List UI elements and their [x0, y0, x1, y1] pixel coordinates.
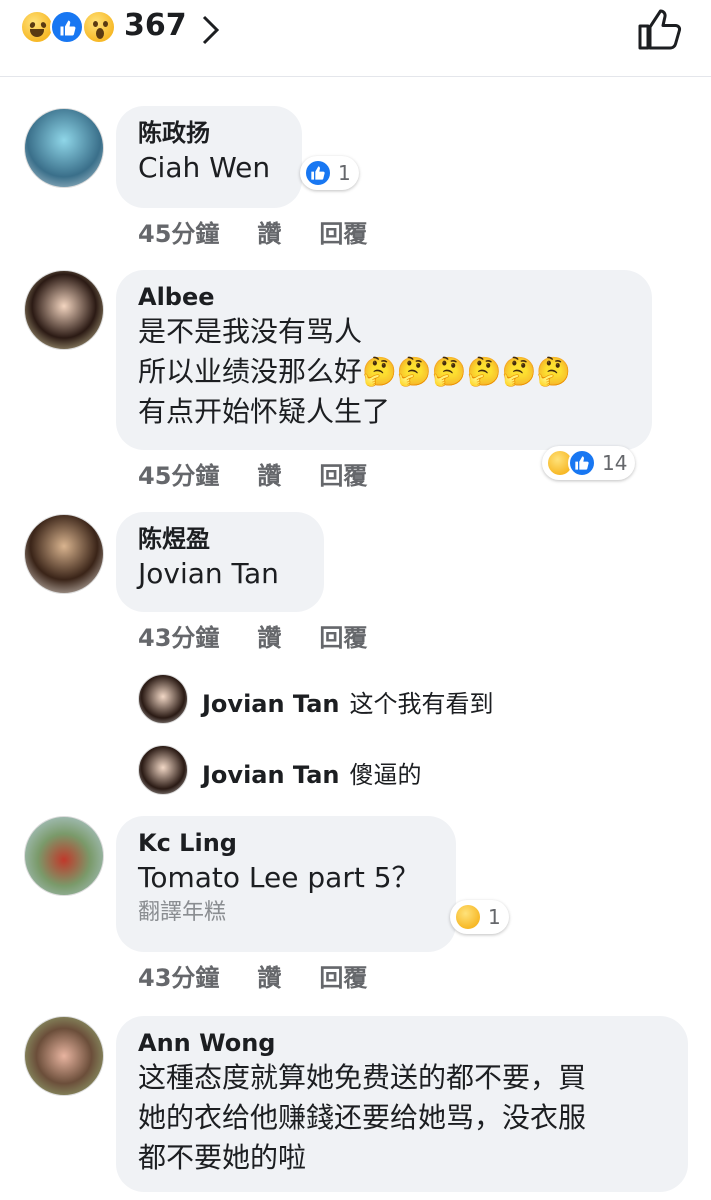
timestamp: 43分鐘 [138, 964, 220, 992]
see-translation-link[interactable]: 翻譯年糕 [138, 898, 434, 928]
timestamp: 45分鐘 [138, 462, 220, 490]
laugh-icon [20, 10, 54, 44]
reaction-count: 1 [338, 161, 351, 185]
chevron-right-icon[interactable] [200, 14, 222, 46]
like-icon [304, 159, 332, 187]
reply-button[interactable]: 回覆 [319, 964, 367, 992]
wow-icon [454, 903, 482, 931]
reply-author[interactable]: Jovian Tan [202, 690, 339, 718]
avatar[interactable] [24, 1016, 104, 1096]
like-outline-icon[interactable] [636, 8, 682, 52]
reply-button[interactable]: 回覆 [319, 624, 367, 652]
wow-icon [82, 10, 116, 44]
avatar[interactable] [138, 674, 188, 724]
comment-meta: 43分鐘 讚 回覆 [138, 958, 405, 993]
reaction-count[interactable]: 367 [124, 8, 187, 43]
like-button[interactable]: 讚 [257, 964, 281, 992]
avatar[interactable] [24, 514, 104, 594]
comment-author[interactable]: Ann Wong [138, 1028, 666, 1058]
comment-text: 是不是我没有骂人 所以业绩没那么好🤔🤔🤔🤔🤔🤔 有点开始怀疑人生了 [138, 315, 572, 428]
comment-reactions[interactable]: 14 [542, 446, 636, 480]
comment-bubble: Kc Ling Tomato Lee part 5？ 翻譯年糕 [116, 816, 456, 952]
reply-author[interactable]: Jovian Tan [202, 761, 339, 789]
comment-reactions[interactable]: 1 [300, 156, 359, 190]
comment-bubble: Albee 是不是我没有骂人 所以业绩没那么好🤔🤔🤔🤔🤔🤔 有点开始怀疑人生了 [116, 270, 652, 450]
comment-author[interactable]: 陈政扬 [138, 118, 280, 148]
comment-meta: 43分鐘 讚 回覆 [138, 618, 405, 653]
reply-button[interactable]: 回覆 [319, 462, 367, 490]
avatar[interactable] [24, 108, 104, 188]
avatar[interactable] [138, 745, 188, 795]
reactions-header: 367 [0, 0, 711, 77]
timestamp: 43分鐘 [138, 624, 220, 652]
avatar[interactable] [24, 816, 104, 896]
reply-content: Jovian Tan 这个我有看到 [202, 684, 493, 719]
reply-button[interactable]: 回覆 [319, 220, 367, 248]
comment-reactions[interactable]: 1 [450, 900, 509, 934]
like-icon [568, 449, 596, 477]
comment-meta: 45分鐘 讚 回覆 [138, 456, 405, 491]
reaction-count: 1 [488, 905, 501, 929]
like-icon [50, 10, 84, 44]
comment-text: Ciah Wen [138, 151, 271, 184]
reply-text: 傻逼的 [349, 761, 422, 789]
comment-author[interactable]: 陈煜盈 [138, 524, 302, 554]
comment-text: Tomato Lee part 5？ [138, 861, 420, 894]
comment-author[interactable]: Albee [138, 282, 630, 312]
reaction-count: 14 [602, 451, 628, 475]
reply-content: Jovian Tan 傻逼的 [202, 755, 421, 790]
timestamp: 45分鐘 [138, 220, 220, 248]
reply-text: 这个我有看到 [349, 690, 494, 718]
comment-text: Jovian Tan [138, 557, 279, 590]
like-button[interactable]: 讚 [257, 220, 281, 248]
comment-text: 这種态度就算她免费送的都不要，買 她的衣给他赚錢还要给她骂，没衣服 都不要她的啦 [138, 1061, 587, 1174]
like-button[interactable]: 讚 [257, 624, 281, 652]
comment-author[interactable]: Kc Ling [138, 828, 434, 858]
comment-bubble: 陈政扬 Ciah Wen [116, 106, 302, 208]
comment-meta: 45分鐘 讚 回覆 [138, 214, 405, 249]
comment-bubble: 陈煜盈 Jovian Tan [116, 512, 324, 612]
avatar[interactable] [24, 270, 104, 350]
like-button[interactable]: 讚 [257, 462, 281, 490]
comment-bubble: Ann Wong 这種态度就算她免费送的都不要，買 她的衣给他赚錢还要给她骂，没… [116, 1016, 688, 1192]
